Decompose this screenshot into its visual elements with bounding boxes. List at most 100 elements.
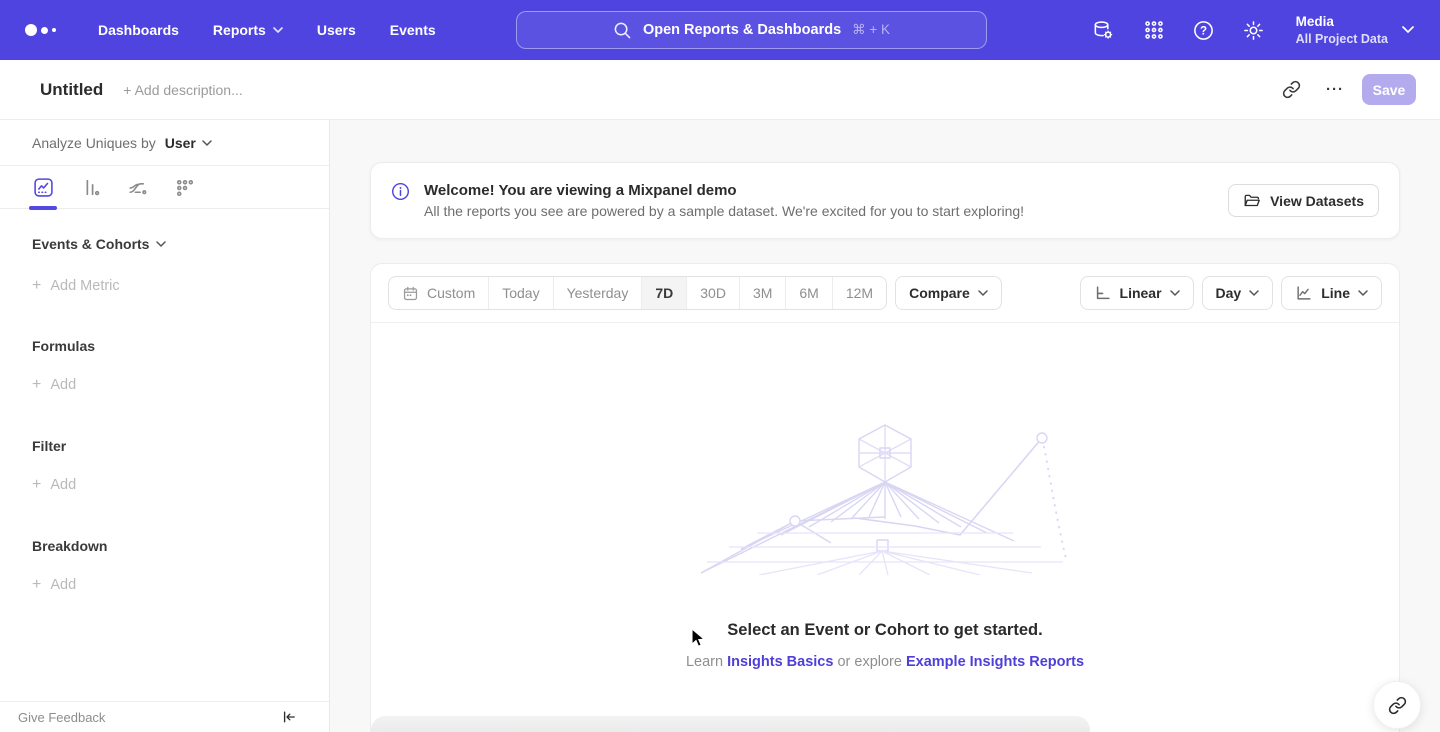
collapse-sidebar-icon[interactable] xyxy=(281,709,297,725)
query-builder-sidebar: Analyze Uniques by User xyxy=(0,120,330,732)
search-icon xyxy=(613,21,632,40)
give-feedback-link[interactable]: Give Feedback xyxy=(18,710,105,725)
date-range-label: 12M xyxy=(846,285,873,301)
nav-label: Dashboards xyxy=(98,22,179,38)
date-range-yesterday[interactable]: Yesterday xyxy=(554,277,643,309)
nav-item-reports[interactable]: Reports xyxy=(196,14,300,46)
global-search[interactable]: Open Reports & Dashboards ⌘ + K xyxy=(516,11,987,49)
save-button[interactable]: Save xyxy=(1362,74,1416,105)
plus-icon: + xyxy=(32,476,41,494)
nav-item-users[interactable]: Users xyxy=(300,14,373,46)
empty-state: Select an Event or Cohort to get started… xyxy=(371,323,1399,670)
date-range-today[interactable]: Today xyxy=(489,277,553,309)
active-tab-underline xyxy=(29,206,57,210)
analyze-value-dropdown[interactable]: User xyxy=(165,135,212,151)
chevron-down-icon xyxy=(1249,290,1259,296)
report-title[interactable]: Untitled xyxy=(40,80,103,100)
report-description-placeholder[interactable]: + Add description... xyxy=(123,82,242,98)
breakdown-header: Breakdown xyxy=(32,538,297,554)
visualization-tabs xyxy=(0,165,329,209)
date-range-3m[interactable]: 3M xyxy=(740,277,786,309)
empty-state-title: Select an Event or Cohort to get started… xyxy=(727,621,1042,640)
tab-bar-chart[interactable] xyxy=(78,175,102,199)
tab-retention-dots[interactable] xyxy=(172,175,196,199)
nav-item-dashboards[interactable]: Dashboards xyxy=(81,14,196,46)
example-reports-link[interactable]: Example Insights Reports xyxy=(906,654,1084,670)
view-datasets-label: View Datasets xyxy=(1270,193,1364,209)
date-range-custom[interactable]: Custom xyxy=(389,277,489,309)
scale-dropdown[interactable]: Linear xyxy=(1080,276,1194,310)
nav-label: Events xyxy=(390,22,436,38)
events-cohorts-header[interactable]: Events & Cohorts xyxy=(32,236,297,252)
date-range-30d[interactable]: 30D xyxy=(687,277,740,309)
chevron-down-icon xyxy=(1170,290,1180,296)
date-range-label: Custom xyxy=(427,285,475,301)
interval-label: Day xyxy=(1216,285,1242,301)
nav-label: Reports xyxy=(213,22,266,38)
folder-icon xyxy=(1243,192,1261,210)
banner-subtitle: All the reports you see are powered by a… xyxy=(424,203,1024,219)
report-actions: ··· Save xyxy=(1274,73,1416,107)
date-range-label: 6M xyxy=(799,285,818,301)
insights-basics-link[interactable]: Insights Basics xyxy=(727,654,833,670)
analyze-label: Analyze Uniques by xyxy=(32,135,156,151)
main-content: Welcome! You are viewing a Mixpanel demo… xyxy=(330,120,1440,732)
empty-state-subtitle: Learn Insights Basics or explore Example… xyxy=(686,654,1084,670)
top-nav: Dashboards Reports Users Events Open Rep… xyxy=(0,0,1440,60)
chevron-down-icon xyxy=(1402,26,1414,33)
add-metric-label: Add Metric xyxy=(50,278,119,294)
interval-dropdown[interactable]: Day xyxy=(1202,276,1274,310)
add-metric-button[interactable]: + Add Metric xyxy=(32,277,297,295)
chart-type-dropdown[interactable]: Line xyxy=(1281,276,1382,310)
chevron-down-icon xyxy=(1358,290,1368,296)
search-shortcut: ⌘ + K xyxy=(852,22,890,38)
copy-link-icon[interactable] xyxy=(1274,73,1308,107)
view-datasets-button[interactable]: View Datasets xyxy=(1228,184,1379,217)
learn-middle: or explore xyxy=(837,654,901,670)
tab-flows[interactable] xyxy=(125,175,149,199)
settings-gear-icon[interactable] xyxy=(1242,18,1266,42)
sidebar-footer: Give Feedback xyxy=(0,701,329,732)
floating-copy-link-button[interactable] xyxy=(1373,681,1421,729)
line-chart-icon xyxy=(1295,284,1313,302)
add-formula-button[interactable]: + Add xyxy=(32,376,297,394)
next-section-peek[interactable] xyxy=(371,716,1090,732)
ellipsis-glyph: ··· xyxy=(1326,81,1344,98)
filter-header: Filter xyxy=(32,438,297,454)
add-filter-button[interactable]: + Add xyxy=(32,476,297,494)
learn-prefix: Learn xyxy=(686,654,723,670)
apps-grid-icon[interactable] xyxy=(1142,18,1166,42)
project-selector[interactable]: Media All Project Data xyxy=(1296,13,1414,47)
help-icon[interactable]: ? xyxy=(1192,18,1216,42)
date-range-label: 3M xyxy=(753,285,772,301)
chart-type-label: Line xyxy=(1321,285,1350,301)
add-filter-label: Add xyxy=(50,477,76,493)
plus-icon: + xyxy=(32,376,41,394)
info-icon xyxy=(391,182,410,206)
plus-icon: + xyxy=(32,576,41,594)
project-name: Media xyxy=(1296,13,1388,31)
add-breakdown-button[interactable]: + Add xyxy=(32,576,297,594)
primary-nav: Dashboards Reports Users Events xyxy=(81,14,453,46)
chart-toolbar: Custom Today Yesterday 7D 30D 3M 6M 12M … xyxy=(371,264,1399,323)
empty-state-illustration xyxy=(699,423,1071,575)
date-range-label: Yesterday xyxy=(567,285,629,301)
data-management-icon[interactable] xyxy=(1092,18,1116,42)
tab-insights-line[interactable] xyxy=(31,175,55,199)
date-range-6m[interactable]: 6M xyxy=(786,277,832,309)
mixpanel-logo-icon[interactable] xyxy=(25,24,65,36)
section-title: Breakdown xyxy=(32,538,107,554)
compare-dropdown[interactable]: Compare xyxy=(895,276,1002,310)
nav-item-events[interactable]: Events xyxy=(373,14,453,46)
date-range-control: Custom Today Yesterday 7D 30D 3M 6M 12M xyxy=(388,276,887,310)
date-range-12m[interactable]: 12M xyxy=(833,277,886,309)
chevron-down-icon xyxy=(978,290,988,296)
banner-title: Welcome! You are viewing a Mixpanel demo xyxy=(424,182,1024,199)
top-nav-right: ? Media All Project Data xyxy=(1092,0,1414,60)
compare-label: Compare xyxy=(909,285,970,301)
linear-axis-icon xyxy=(1094,284,1112,302)
more-options-icon[interactable]: ··· xyxy=(1318,73,1352,107)
date-range-7d[interactable]: 7D xyxy=(642,277,687,309)
plus-icon: + xyxy=(32,277,41,295)
project-subtitle: All Project Data xyxy=(1296,31,1388,47)
